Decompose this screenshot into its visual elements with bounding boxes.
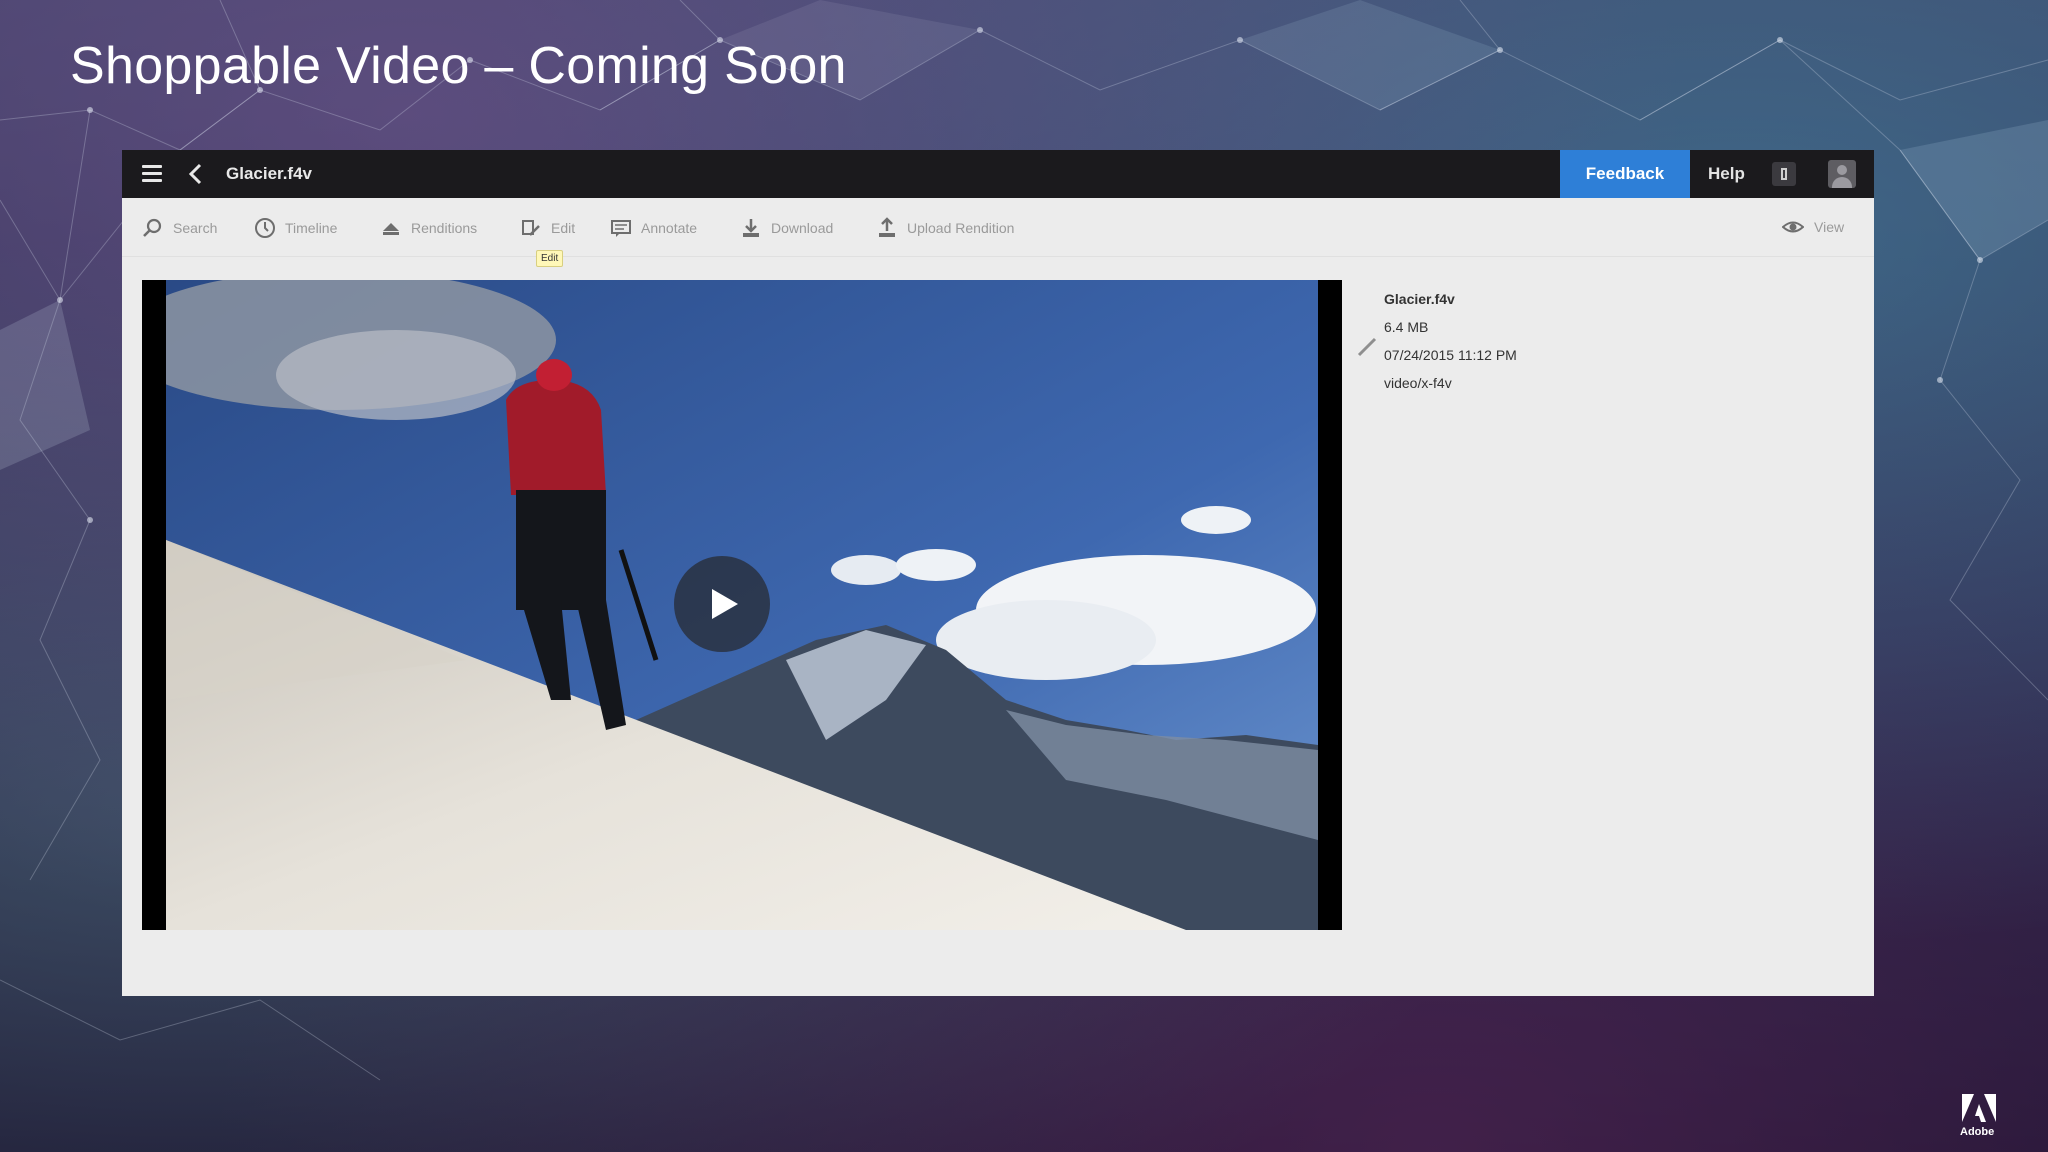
upload-rendition-action[interactable]: Upload Rendition	[876, 216, 1014, 240]
edit-icon	[522, 220, 540, 236]
download-icon	[743, 219, 759, 237]
view-action-label: View	[1814, 219, 1845, 235]
upload-icon	[879, 217, 895, 237]
view-action[interactable]: View	[1782, 216, 1844, 238]
edit-action[interactable]: Edit	[520, 216, 575, 240]
annotate-icon	[611, 220, 631, 237]
annotate-action[interactable]: Annotate	[610, 216, 697, 240]
edit-tooltip: Edit	[536, 250, 564, 267]
download-action[interactable]: Download	[740, 216, 833, 240]
metadata-panel: Glacier.f4v 6.4 MB 07/24/2015 11:12 PM v…	[1384, 285, 1517, 397]
edit-action-label: Edit	[551, 220, 576, 236]
asset-title: Glacier.f4v	[226, 164, 313, 183]
video-player[interactable]	[142, 280, 1342, 930]
help-link[interactable]: Help	[1708, 164, 1745, 184]
timeline-action[interactable]: Timeline	[254, 216, 337, 240]
pencil-icon[interactable]	[1356, 336, 1378, 358]
renditions-action[interactable]: Renditions	[380, 216, 477, 240]
eye-icon	[1782, 221, 1804, 233]
download-action-label: Download	[771, 220, 834, 236]
adobe-logo: Adobe	[1960, 1094, 1996, 1142]
upload-rendition-action-label: Upload Rendition	[907, 220, 1015, 236]
action-toolbar: Search Timeline Renditions Edit Annotate…	[122, 198, 1874, 257]
adobe-a-icon	[1962, 1094, 1996, 1122]
meta-mime-type: video/x-f4v	[1384, 375, 1452, 391]
solutions-icon[interactable]	[1772, 162, 1796, 186]
slide-title: Shoppable Video – Coming Soon	[70, 37, 847, 95]
top-bar: Glacier.f4v Feedback Help	[122, 150, 1874, 198]
user-avatar[interactable]	[1828, 160, 1856, 188]
back-arrow-icon[interactable]	[188, 162, 202, 186]
feedback-button[interactable]: Feedback	[1560, 150, 1690, 198]
clock-icon	[255, 218, 275, 238]
play-icon	[712, 589, 738, 619]
annotate-action-label: Annotate	[641, 220, 698, 236]
renditions-action-label: Renditions	[411, 220, 478, 236]
adobe-wordmark: Adobe	[1960, 1126, 1995, 1138]
search-action-label: Search	[173, 220, 218, 236]
menu-icon[interactable]	[142, 165, 162, 183]
meta-file-size: 6.4 MB	[1384, 319, 1429, 335]
play-button[interactable]	[674, 556, 770, 652]
timeline-action-label: Timeline	[285, 220, 338, 236]
meta-modified-date: 07/24/2015 11:12 PM	[1384, 347, 1517, 363]
search-icon	[143, 218, 162, 237]
meta-file-name: Glacier.f4v	[1384, 291, 1455, 307]
renditions-icon	[383, 223, 399, 235]
asset-viewer-window: Glacier.f4v Feedback Help Search Timelin…	[122, 150, 1874, 996]
search-action[interactable]: Search	[142, 216, 217, 240]
